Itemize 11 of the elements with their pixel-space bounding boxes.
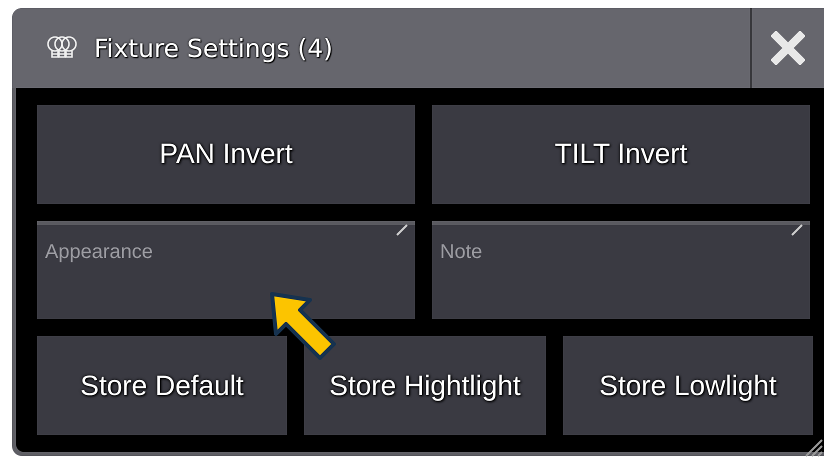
window-title: Fixture Settings (4) <box>94 34 334 62</box>
store-button[interactable]: Store Lowlight <box>563 336 813 436</box>
store-button[interactable]: Store Default <box>37 336 287 436</box>
input-field[interactable]: Appearance <box>37 220 415 320</box>
pencil-icon <box>790 222 804 237</box>
pencil-icon <box>395 222 409 237</box>
input-field[interactable]: Note <box>432 220 810 320</box>
close-icon <box>771 31 805 65</box>
store-button[interactable]: Store Hightlight <box>304 336 546 436</box>
invert-button[interactable]: PAN Invert <box>37 105 415 204</box>
invert-button[interactable]: TILT Invert <box>432 105 810 204</box>
